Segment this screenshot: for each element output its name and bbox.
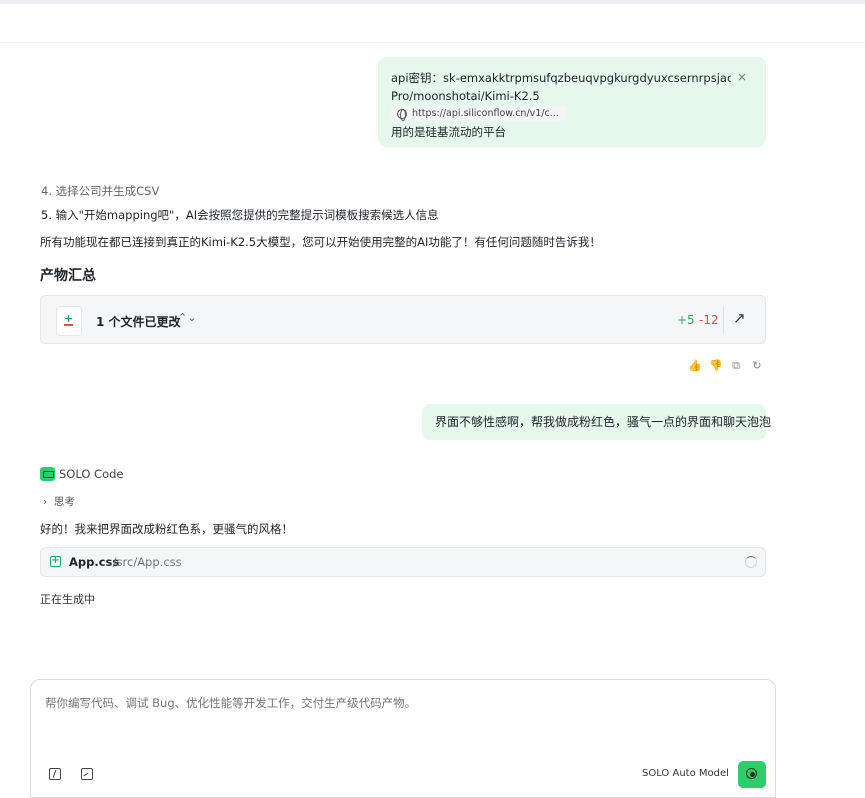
header-divider: [0, 42, 865, 43]
solo-logo-icon: [40, 467, 55, 481]
deletions-count: -12: [699, 313, 719, 327]
prompt-input[interactable]: [45, 696, 745, 710]
thumbs-up-icon[interactable]: 👍: [688, 360, 702, 372]
artifacts-heading: 产物汇总: [40, 268, 96, 284]
assistant-summary: 所有功能现在都已连接到真正的Kimi-K2.5大模型，您可以开始使用完整的AI功…: [40, 235, 601, 249]
generating-status: 正在生成中: [40, 593, 95, 606]
user-message-line: 用的是硅基流动的平台: [391, 125, 506, 139]
chevron-updown-icon[interactable]: ⌃⌄: [178, 311, 196, 324]
divider: [723, 306, 724, 334]
file-add-icon: +: [50, 555, 61, 567]
thinking-label: 思考: [53, 496, 75, 508]
refresh-icon[interactable]: ↻: [751, 360, 763, 372]
globe-icon: [397, 108, 407, 121]
files-changed-label: 1 个文件已更改: [96, 315, 181, 329]
user-message-line: Pro/moonshotai/Kimi-K2.5: [391, 89, 540, 103]
assistant-reply: 好的！我来把界面改成粉红色系，更骚气的风格！: [40, 522, 293, 536]
additions-count: +5: [677, 313, 695, 327]
diff-file-icon: +: [57, 307, 81, 335]
list-item: 4. 选择公司并生成CSV: [41, 184, 160, 198]
model-selector[interactable]: SOLO Auto Model: [642, 768, 729, 779]
image-upload-icon[interactable]: [81, 768, 93, 780]
open-external-icon[interactable]: ↗: [733, 309, 746, 327]
list-item: 5. 输入"开始mapping吧"，AI会按照您提供的完整提示词模板搜索候选人信…: [41, 208, 439, 222]
agent-name: SOLO Code: [59, 467, 124, 481]
file-path: ./src/App.css: [109, 555, 182, 569]
user-message-bubble: 界面不够性感啊，帮我做成粉红色，骚气一点的界面和聊天泡泡: [422, 404, 771, 440]
files-changed-card[interactable]: + 1 个文件已更改 ⌃⌄ +5 -12 ↗: [40, 295, 766, 344]
user-message-line: api密钥：sk-emxakktrpmsufqzbeuqvpgkurgdyuxc…: [391, 71, 731, 85]
thumbs-down-icon[interactable]: 👎: [709, 360, 723, 372]
slash-command-icon[interactable]: [49, 768, 61, 780]
send-button[interactable]: [738, 761, 766, 788]
agent-header: SOLO Code: [40, 467, 124, 481]
link-text: https://api.siliconflow.cn/v1/c...: [412, 108, 559, 119]
user-message-bubble: api密钥：sk-emxakktrpmsufqzbeuqvpgkurgdyuxc…: [378, 57, 766, 147]
close-icon[interactable]: ×: [737, 70, 747, 84]
thinking-toggle[interactable]: › 思考: [43, 494, 75, 509]
loading-spinner-icon: [745, 556, 757, 568]
link-chip[interactable]: https://api.siliconflow.cn/v1/c...: [391, 106, 566, 121]
top-bar: [0, 0, 865, 4]
file-edit-row[interactable]: + App.css ./src/App.css: [40, 547, 766, 577]
chat-composer: SOLO Auto Model: [30, 679, 776, 798]
message-actions: 👍 👎 ⧉ ↻: [688, 360, 763, 372]
chevron-right-icon: ›: [43, 496, 54, 508]
copy-icon[interactable]: ⧉: [730, 360, 742, 372]
